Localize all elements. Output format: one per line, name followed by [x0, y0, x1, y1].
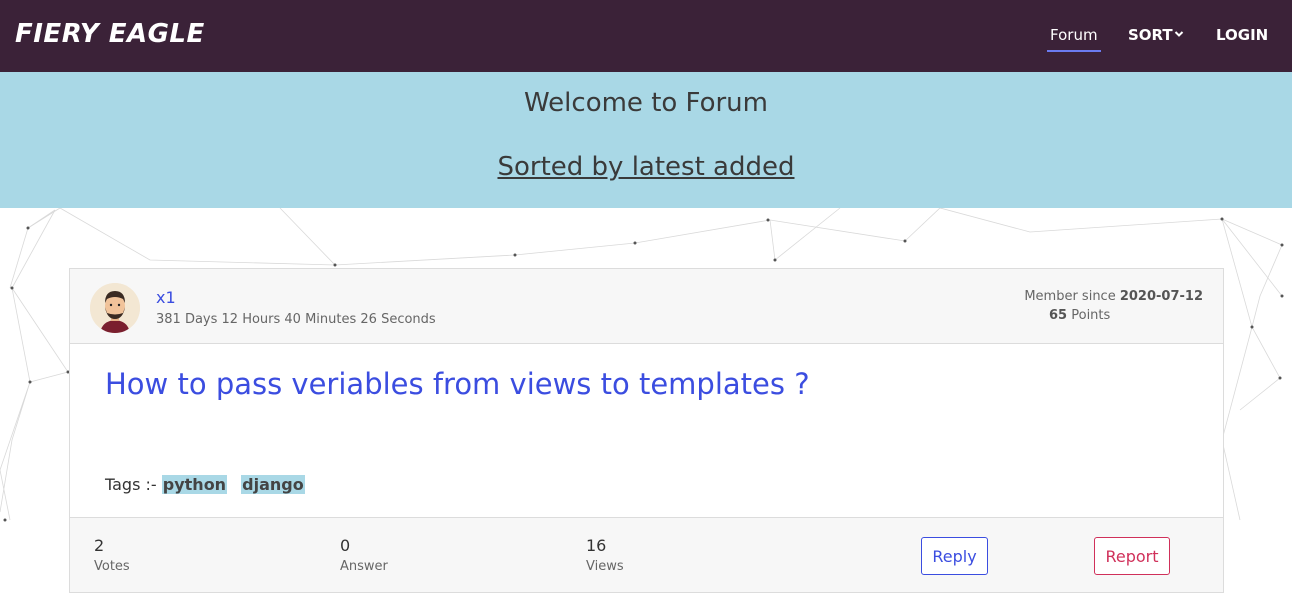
- brand-logo[interactable]: FIERY EAGLE: [15, 19, 205, 49]
- sort-status-link[interactable]: Sorted by latest added: [0, 152, 1292, 182]
- question-card-header: x1 381 Days 12 Hours 40 Minutes 26 Secon…: [70, 269, 1223, 344]
- views-count: 16: [586, 536, 607, 555]
- member-since-date: 2020-07-12: [1119, 289, 1203, 304]
- answer-stat: 0 Answer: [340, 536, 388, 574]
- tags-label: Tags :-: [105, 475, 157, 494]
- tag-python[interactable]: python: [161, 475, 228, 494]
- active-nav-indicator: [1047, 50, 1101, 52]
- member-since: Member since 2020-07-12: [1024, 289, 1203, 304]
- author-username-link[interactable]: x1: [156, 288, 176, 307]
- nav-sort-dropdown[interactable]: SORT: [1128, 26, 1173, 44]
- nav-login-link[interactable]: LOGIN: [1216, 26, 1268, 44]
- answer-label: Answer: [340, 559, 388, 574]
- nav-forum-link[interactable]: Forum: [1050, 26, 1098, 44]
- report-button[interactable]: Report: [1094, 537, 1170, 575]
- top-navbar: FIERY EAGLE Forum SORT LOGIN: [0, 0, 1292, 72]
- chevron-down-icon[interactable]: [1174, 29, 1184, 39]
- views-label: Views: [586, 559, 624, 574]
- answer-count: 0: [340, 536, 351, 555]
- question-card: x1 381 Days 12 Hours 40 Minutes 26 Secon…: [69, 268, 1224, 593]
- post-elapsed-time: 381 Days 12 Hours 40 Minutes 26 Seconds: [156, 312, 436, 327]
- question-card-footer: 2 Votes 0 Answer 16 Views Reply Report: [70, 517, 1223, 592]
- votes-count: 2: [94, 536, 105, 555]
- tag-django[interactable]: django: [241, 475, 305, 494]
- votes-label: Votes: [94, 559, 130, 574]
- reply-button[interactable]: Reply: [921, 537, 988, 575]
- question-title-link[interactable]: How to pass veriables from views to temp…: [105, 365, 825, 403]
- user-points: 65 Points: [1049, 308, 1110, 323]
- points-label: Points: [1071, 308, 1111, 323]
- votes-stat: 2 Votes: [94, 536, 130, 574]
- member-since-label: Member since: [1024, 289, 1116, 304]
- views-stat: 16 Views: [586, 536, 624, 574]
- avatar[interactable]: [90, 283, 140, 333]
- welcome-banner: Welcome to Forum Sorted by latest added: [0, 72, 1292, 208]
- tags-row: Tags :- python django: [105, 475, 314, 494]
- banner-title: Welcome to Forum: [524, 88, 768, 118]
- points-value: 65: [1049, 308, 1068, 323]
- user-avatar-icon: [90, 283, 140, 333]
